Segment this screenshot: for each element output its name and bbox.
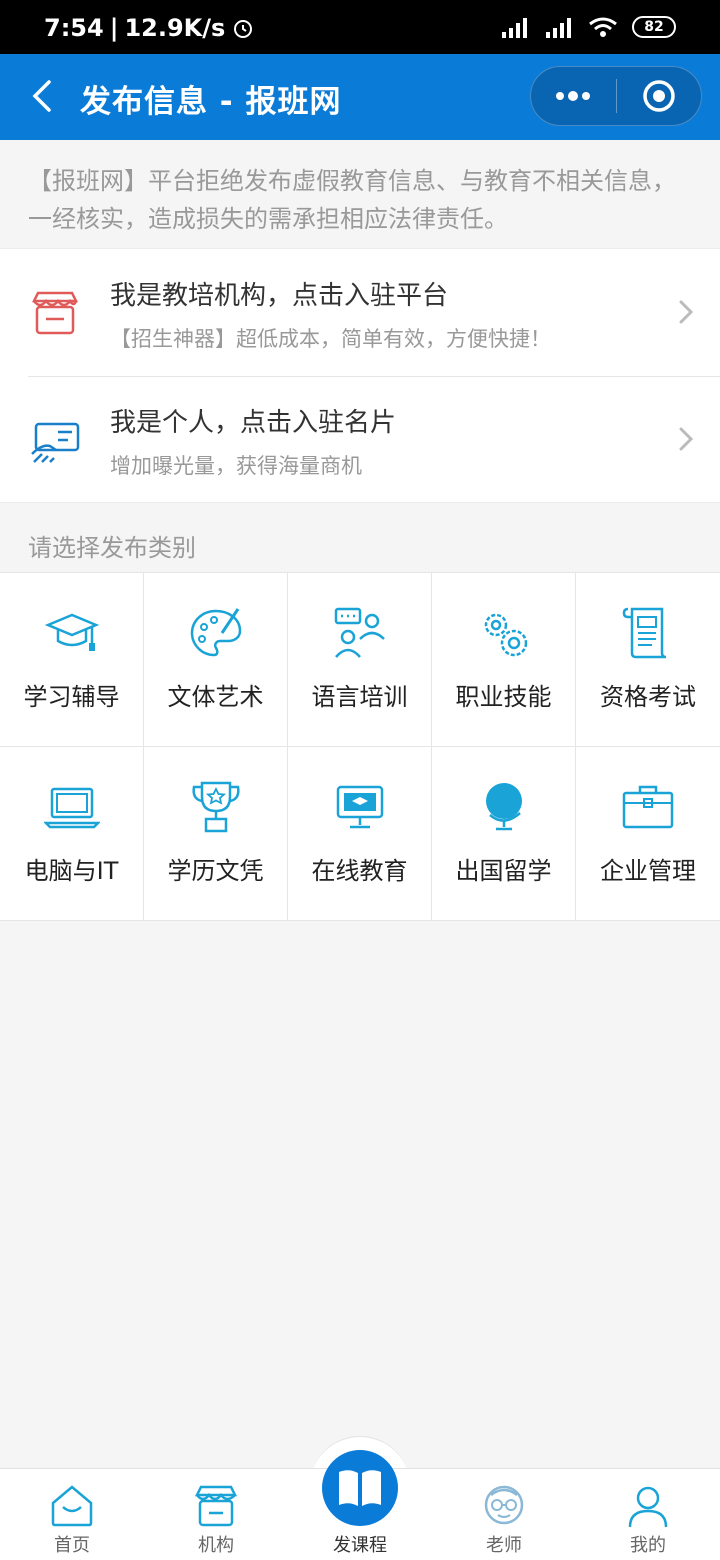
people-chat-icon xyxy=(334,607,385,658)
mini-program-capsule xyxy=(530,66,702,126)
category-study-tutoring[interactable]: 学习辅导 xyxy=(0,573,144,747)
more-button[interactable] xyxy=(531,67,616,125)
storefront-icon xyxy=(31,291,79,335)
alarm-icon xyxy=(234,20,253,38)
book-icon xyxy=(339,1470,381,1506)
status-right: 82 xyxy=(500,16,676,38)
category-study-abroad[interactable]: 出国留学 xyxy=(432,747,576,921)
tab-label: 老师 xyxy=(486,1535,522,1556)
tab-teacher[interactable]: 老师 xyxy=(432,1469,576,1560)
chevron-right-icon xyxy=(679,300,694,324)
business-card-icon xyxy=(31,422,80,463)
laptop-icon xyxy=(43,787,100,829)
monitor-icon xyxy=(336,785,383,829)
category-label: 企业管理 xyxy=(600,857,696,885)
more-dots-icon xyxy=(556,91,591,101)
entry-subtitle: 【招生神器】超低成本，简单有效，方便快捷！ xyxy=(110,327,551,351)
chevron-right-icon xyxy=(679,427,694,451)
category-computer-it[interactable]: 电脑与IT xyxy=(0,747,144,921)
tab-label: 发课程 xyxy=(333,1535,387,1556)
category-label: 职业技能 xyxy=(455,683,552,711)
category-label: 在线教育 xyxy=(311,857,408,885)
category-vocational[interactable]: 职业技能 xyxy=(432,573,576,747)
tab-mine[interactable]: 我的 xyxy=(576,1469,720,1560)
section-title: 请选择发布类别 xyxy=(28,534,196,562)
globe-icon xyxy=(485,783,522,831)
category-label: 学习辅导 xyxy=(23,683,120,711)
post-course-button[interactable] xyxy=(322,1450,398,1526)
category-label: 文体艺术 xyxy=(167,683,264,711)
tab-label: 我的 xyxy=(630,1535,666,1556)
tab-home[interactable]: 首页 xyxy=(0,1469,144,1560)
category-label: 电脑与IT xyxy=(24,857,119,885)
category-label: 学历文凭 xyxy=(167,857,264,885)
category-label: 资格考试 xyxy=(600,683,696,711)
back-button[interactable] xyxy=(22,76,62,116)
category-label: 出国留学 xyxy=(455,857,552,885)
status-bar: 7:54 | 12.9K/s 82 xyxy=(0,0,720,54)
category-arts-sports[interactable]: 文体艺术 xyxy=(144,573,288,747)
signal-icon xyxy=(546,18,571,38)
gears-icon xyxy=(484,613,527,657)
palette-icon xyxy=(190,608,241,657)
status-speed: 12.9K/s xyxy=(124,14,226,42)
entry-title: 我是个人，点击入驻名片 xyxy=(110,408,397,438)
status-left: 7:54 | 12.9K/s xyxy=(44,14,255,42)
signal-hd-icon xyxy=(502,18,527,38)
teacher-icon xyxy=(484,1485,524,1525)
graduation-cap-icon xyxy=(44,613,99,651)
entry-subtitle: 增加曝光量，获得海量商机 xyxy=(110,454,362,478)
nav-bar: 发布信息 - 报班网 xyxy=(0,54,720,140)
category-language[interactable]: 语言培训 xyxy=(288,573,432,747)
entry-personal[interactable]: 我是个人，点击入驻名片 增加曝光量，获得海量商机 xyxy=(0,376,720,503)
tab-label: 首页 xyxy=(54,1535,90,1556)
page-title: 发布信息 - 报班网 xyxy=(80,84,342,120)
category-grid: 学习辅导 文体艺术 语言培训 职业技能 资格考试 电脑与IT 学历文凭 在线教育… xyxy=(0,572,720,921)
entry-title: 我是教培机构，点击入驻平台 xyxy=(110,281,449,311)
category-academic-diploma[interactable]: 学历文凭 xyxy=(144,747,288,921)
store-icon xyxy=(194,1485,238,1527)
user-icon xyxy=(628,1486,668,1528)
scroll-icon xyxy=(622,607,667,659)
status-time: 7:54 xyxy=(44,14,104,42)
category-online-education[interactable]: 在线教育 xyxy=(288,747,432,921)
wifi-icon xyxy=(589,17,617,37)
notice-text: 【报班网】平台拒绝发布虚假教育信息、与教育不相关信息，一经核实，造成损失的需承担… xyxy=(0,140,720,248)
category-qualification-exam[interactable]: 资格考试 xyxy=(576,573,720,747)
home-icon xyxy=(51,1485,93,1527)
target-icon xyxy=(643,80,675,112)
close-mini-program-button[interactable] xyxy=(617,67,702,125)
entry-institution[interactable]: 我是教培机构，点击入驻平台 【招生神器】超低成本，简单有效，方便快捷！ xyxy=(0,249,720,376)
battery-indicator: 82 xyxy=(632,16,676,38)
category-label: 语言培训 xyxy=(311,683,408,711)
entry-list: 我是教培机构，点击入驻平台 【招生神器】超低成本，简单有效，方便快捷！ 我是个人… xyxy=(0,248,720,503)
tab-institution[interactable]: 机构 xyxy=(144,1469,288,1560)
category-business-management[interactable]: 企业管理 xyxy=(576,747,720,921)
tab-label: 机构 xyxy=(198,1535,234,1556)
chevron-left-icon xyxy=(32,80,51,112)
trophy-icon xyxy=(191,781,240,833)
toolbox-icon xyxy=(622,785,674,829)
